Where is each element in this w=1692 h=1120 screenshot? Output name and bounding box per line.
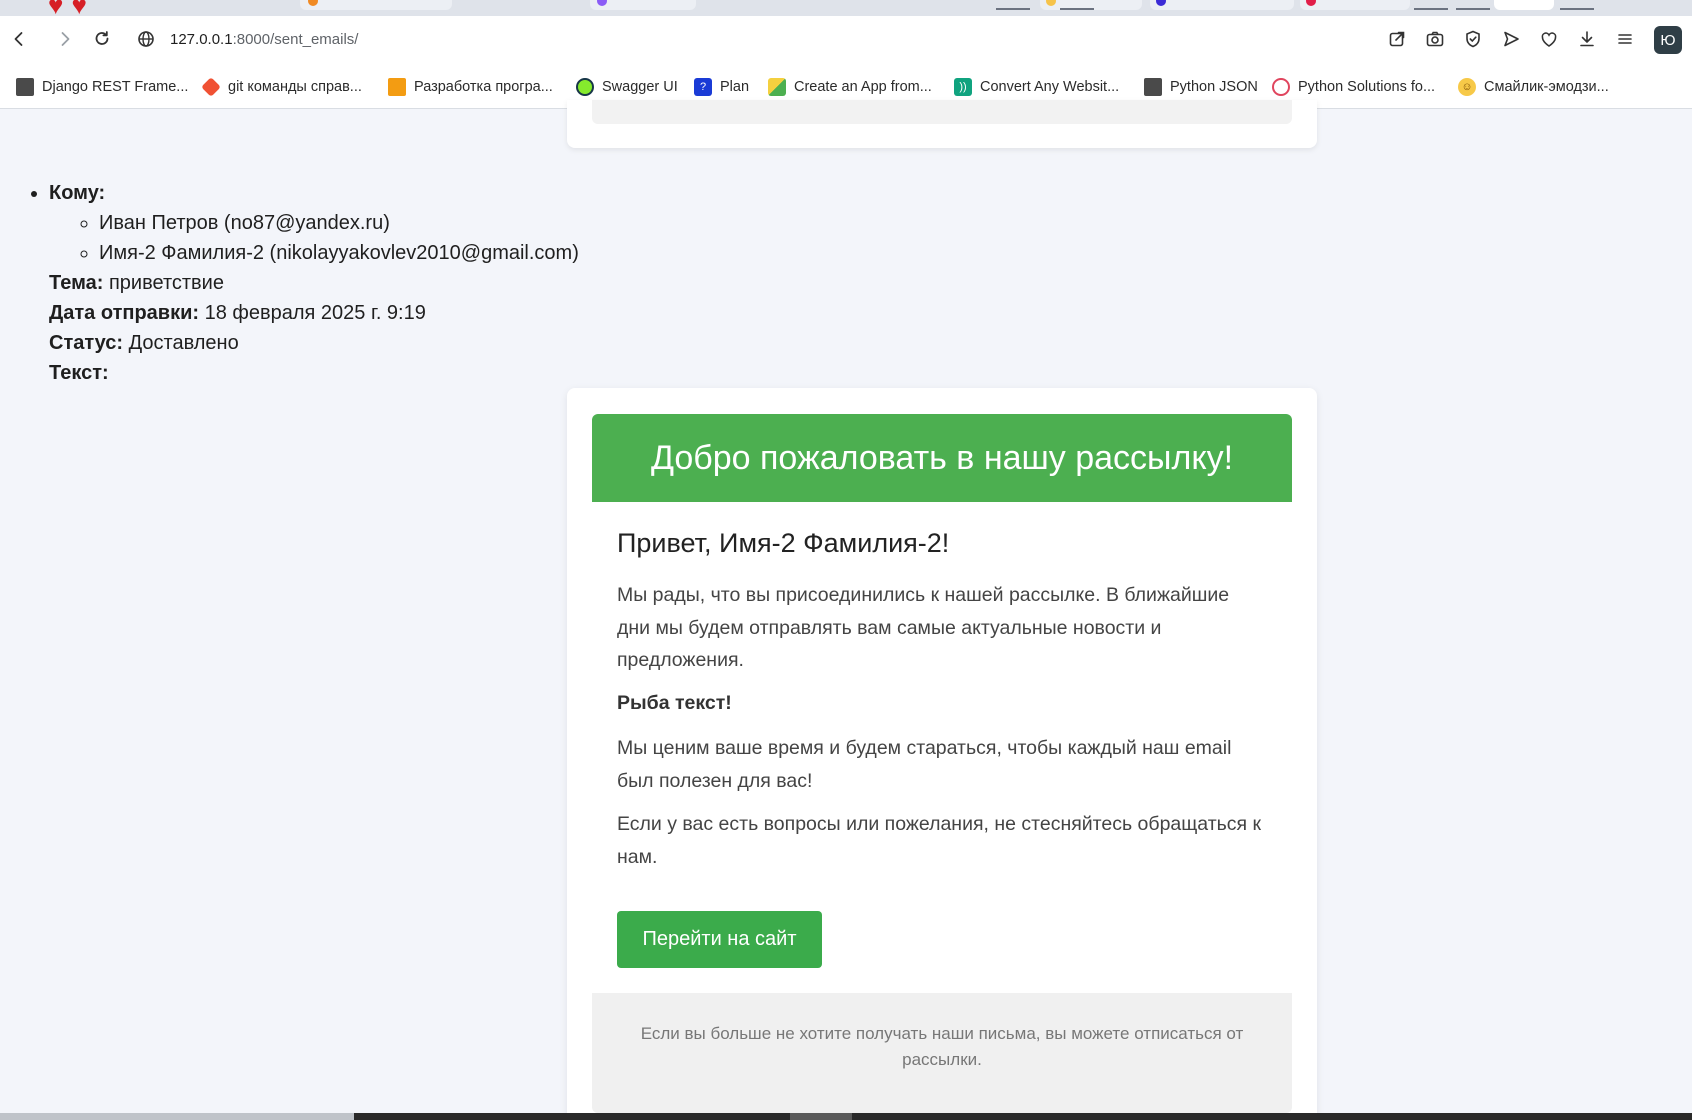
bookmark-item[interactable]: ? Plan	[694, 76, 749, 98]
subject-line: Тема: приветствие	[0, 268, 579, 298]
file-icon	[1144, 78, 1162, 96]
browser-tab[interactable]	[1150, 0, 1294, 10]
profile-avatar[interactable]: Ю	[1654, 26, 1682, 54]
browser-tab[interactable]	[300, 0, 452, 10]
text-line: Текст:	[0, 358, 579, 388]
bookmark-label: Разработка програ...	[414, 79, 553, 95]
globe-icon[interactable]	[133, 26, 159, 52]
bookmark-item[interactable]: Create an App from...	[768, 76, 932, 98]
plan-icon: ?	[694, 78, 712, 96]
text-label: Текст:	[49, 362, 109, 384]
active-tab[interactable]	[1494, 0, 1554, 10]
brand-icon	[388, 78, 406, 96]
email-paragraph: Мы ценим ваше время и будем стараться, ч…	[617, 737, 1232, 792]
status-value: Доставлено	[128, 332, 239, 354]
subject-value: приветствие	[108, 272, 224, 294]
tab-strip: ♥♥	[0, 0, 1692, 16]
bookmark-item[interactable]: )) Convert Any Websit...	[954, 76, 1119, 98]
send-icon[interactable]	[1498, 26, 1524, 52]
scrollbar-track	[0, 1113, 354, 1120]
bookmark-item[interactable]: git команды справ...	[201, 76, 362, 98]
email-bold-paragraph: Рыба текст!	[617, 692, 732, 714]
previous-email-footer	[592, 100, 1292, 124]
browser-tab[interactable]	[1300, 0, 1410, 10]
file-icon	[16, 78, 34, 96]
url-host: 127.0.0.1	[170, 31, 233, 48]
bookmark-label: Plan	[720, 79, 750, 95]
bookmark-label: Django REST Frame...	[42, 79, 189, 95]
smiley-icon: ☺	[1458, 78, 1476, 96]
shield-icon[interactable]	[1460, 26, 1486, 52]
app-icon	[768, 78, 786, 96]
openai-icon	[1272, 78, 1290, 96]
heart-icon[interactable]	[1536, 26, 1562, 52]
date-line: Дата отправки: 18 февраля 2025 г. 9:19	[0, 298, 579, 328]
reload-icon[interactable]	[89, 26, 115, 52]
menu-icon[interactable]	[1612, 26, 1638, 52]
recipient-item: Иван Петров (no87@yandex.ru)	[99, 208, 579, 238]
tab-indicator	[996, 8, 1030, 10]
share-icon[interactable]	[1384, 26, 1410, 52]
email-paragraph: Мы рады, что вы присоединились к нашей р…	[617, 584, 1230, 671]
bookmark-label: Python JSON	[1170, 79, 1258, 95]
recipient-item: Имя-2 Фамилия-2 (nikolayyakovlev2010@gma…	[99, 238, 579, 268]
previous-email-card	[567, 100, 1317, 148]
url-path: :8000/sent_emails/	[232, 31, 359, 48]
tab-indicator	[1414, 8, 1448, 10]
swagger-icon	[576, 78, 594, 96]
unsubscribe-text[interactable]: Если вы больше не хотите получать наши п…	[622, 1021, 1262, 1073]
email-header: Добро пожаловать в нашу рассылку!	[592, 414, 1292, 502]
back-icon[interactable]	[6, 26, 32, 52]
bookmark-label: Смайлик-эмодзи...	[1484, 79, 1609, 95]
convert-icon: ))	[954, 78, 972, 96]
to-label: Кому:	[49, 182, 106, 204]
visit-site-button[interactable]: Перейти на сайт	[617, 911, 822, 968]
taskbar-highlight	[790, 1113, 852, 1120]
camera-icon[interactable]	[1422, 26, 1448, 52]
bookmark-item[interactable]: Swagger UI	[576, 76, 678, 98]
bookmark-item[interactable]: Python Solutions fo...	[1272, 76, 1435, 98]
tab-indicator	[1560, 8, 1594, 10]
git-icon	[201, 77, 221, 97]
email-footer: Если вы больше не хотите получать наши п…	[592, 993, 1292, 1113]
bookmark-item[interactable]: Разработка програ...	[388, 76, 553, 98]
download-icon[interactable]	[1574, 26, 1600, 52]
address-bar[interactable]: 127.0.0.1:8000/sent_emails/	[170, 31, 358, 48]
email-meta: Кому: Иван Петров (no87@yandex.ru) Имя-2…	[0, 178, 579, 388]
forward-icon[interactable]	[52, 26, 78, 52]
tab-indicator	[1060, 8, 1094, 10]
bookmark-label: Swagger UI	[602, 79, 678, 95]
bookmark-label: Create an App from...	[794, 79, 932, 95]
email-paragraph: Если у вас есть вопросы или пожелания, н…	[617, 813, 1262, 868]
bookmark-label: Convert Any Websit...	[980, 79, 1120, 95]
status-line: Статус: Доставлено	[0, 328, 579, 358]
hearts-decoration-icon: ♥♥	[48, 0, 95, 16]
bookmark-item[interactable]: Django REST Frame...	[16, 76, 188, 98]
bookmark-item[interactable]: ☺ Смайлик-эмодзи...	[1458, 76, 1609, 98]
bookmark-label: Python Solutions fo...	[1298, 79, 1436, 95]
date-label: Дата отправки:	[49, 302, 200, 324]
to-item: Кому: Иван Петров (no87@yandex.ru) Имя-2…	[49, 178, 579, 268]
bookmark-label: git команды справ...	[228, 79, 362, 95]
email-card: Добро пожаловать в нашу рассылку! Привет…	[567, 388, 1317, 1120]
subject-label: Тема:	[49, 272, 104, 294]
recipients-list: Кому: Иван Петров (no87@yandex.ru) Имя-2…	[0, 178, 579, 268]
date-value: 18 февраля 2025 г. 9:19	[204, 302, 426, 324]
status-label: Статус:	[49, 332, 124, 354]
tab-indicator	[1456, 8, 1490, 10]
bookmark-item[interactable]: Python JSON	[1144, 76, 1258, 98]
email-greeting: Привет, Имя-2 Фамилия-2!	[617, 528, 950, 558]
